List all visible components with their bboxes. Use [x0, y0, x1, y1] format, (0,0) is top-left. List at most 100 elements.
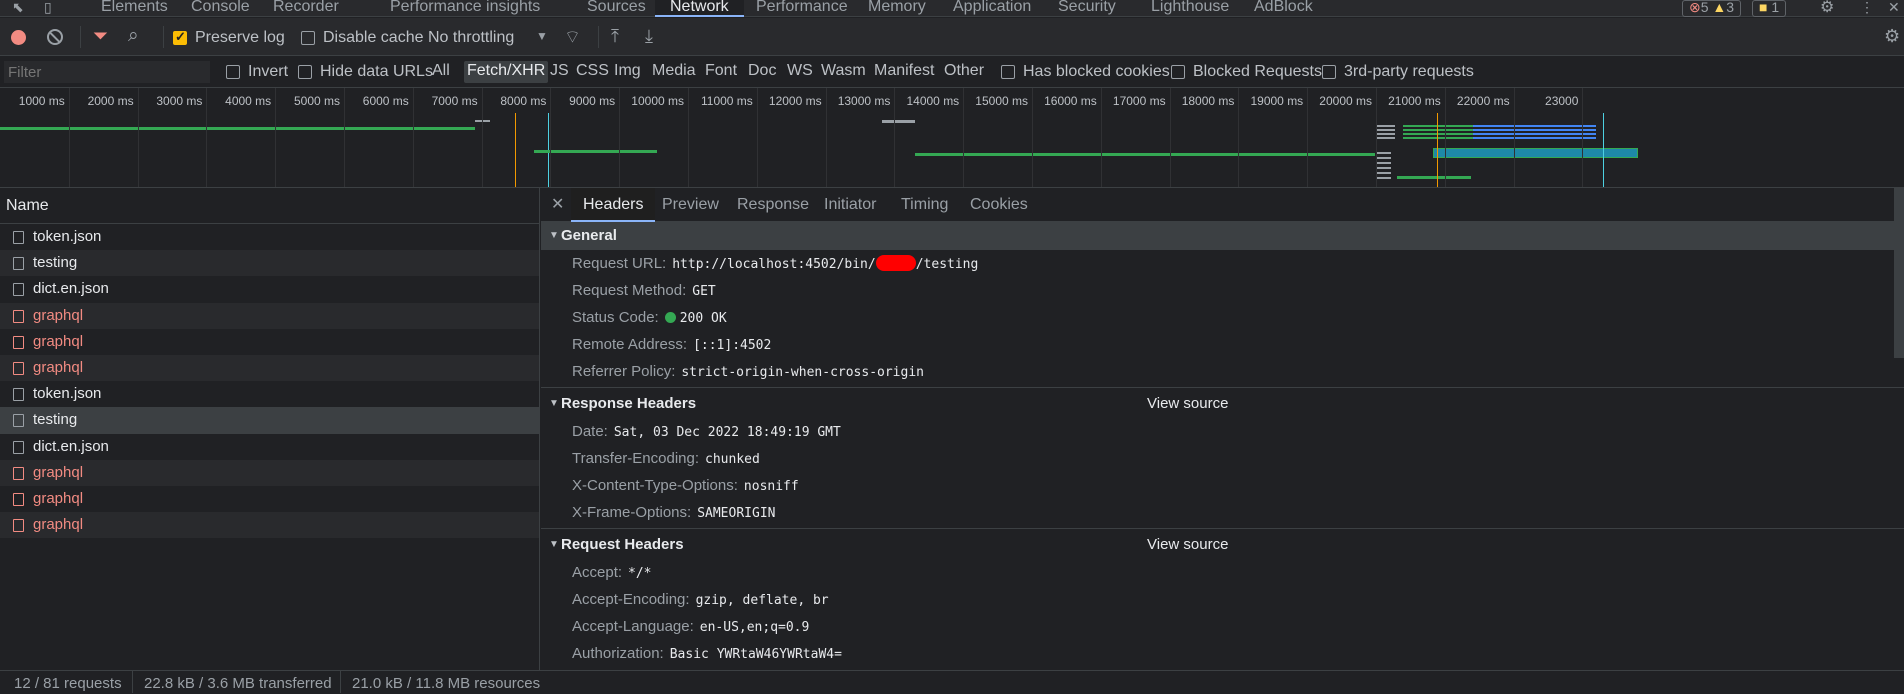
tab-security[interactable]: Security: [1058, 0, 1116, 17]
general-section-header[interactable]: ▼ General: [541, 222, 1904, 250]
overview-tick-label: 13000 ms: [837, 94, 891, 108]
response-headers-title: Response Headers: [561, 395, 697, 412]
invert-checkbox[interactable]: [226, 65, 240, 79]
throttling-select[interactable]: No throttling: [428, 29, 514, 47]
filter-type-ws[interactable]: WS: [784, 61, 816, 83]
hide-data-urls-checkbox[interactable]: [298, 65, 312, 79]
overview-tick-label: 21000 ms: [1388, 94, 1441, 108]
blocked-requests-label[interactable]: Blocked Requests: [1193, 63, 1322, 81]
tab-cookies[interactable]: Cookies: [970, 188, 1028, 222]
request-row[interactable]: graphql: [0, 486, 539, 512]
overview-tick-label: 15000 ms: [975, 94, 1028, 108]
overview-bar: [882, 120, 915, 123]
import-har-icon[interactable]: ⤒: [611, 26, 619, 47]
tab-recorder[interactable]: Recorder: [273, 0, 339, 17]
tab-response[interactable]: Response: [737, 188, 809, 222]
file-icon: [13, 257, 24, 271]
tab-console[interactable]: Console: [191, 0, 250, 17]
preserve-log-label[interactable]: Preserve log: [195, 29, 285, 47]
filter-type-doc[interactable]: Doc: [745, 61, 779, 83]
tab-application[interactable]: Application: [953, 0, 1031, 17]
hide-data-urls-label[interactable]: Hide data URLs: [320, 63, 433, 81]
filter-type-all[interactable]: All: [429, 61, 453, 83]
request-row[interactable]: testing: [0, 407, 539, 434]
preserve-log-checkbox[interactable]: [173, 29, 187, 45]
request-row[interactable]: dict.en.json: [0, 434, 539, 460]
tab-initiator[interactable]: Initiator: [824, 188, 876, 222]
network-overview-timeline[interactable]: 1000 ms 2000 ms 3000 ms 4000 ms 5000 ms 6000 …: [0, 88, 1904, 188]
tab-elements[interactable]: Elements: [101, 0, 168, 17]
tab-performance[interactable]: Performance: [756, 0, 848, 17]
filter-type-other[interactable]: Other: [941, 61, 987, 83]
filter-type-img[interactable]: Img: [611, 61, 644, 83]
detail-scrollbar[interactable]: [1894, 188, 1904, 358]
filter-type-css[interactable]: CSS: [573, 61, 612, 83]
tab-lighthouse[interactable]: Lighthouse: [1151, 0, 1229, 17]
third-party-requests-checkbox[interactable]: [1322, 65, 1336, 79]
overview-tick-label: 14000 ms: [906, 94, 960, 108]
invert-label[interactable]: Invert: [248, 63, 288, 81]
filter-type-manifest[interactable]: Manifest: [871, 61, 937, 83]
devtools-tab-bar: ⬉ ▯ Elements Console Recorder Performanc…: [0, 0, 1904, 17]
filter-type-js[interactable]: JS: [547, 61, 572, 83]
third-party-requests-label[interactable]: 3rd-party requests: [1344, 63, 1474, 81]
error-warning-badge[interactable]: ⊗5 ▲3: [1682, 0, 1742, 17]
filter-type-font[interactable]: Font: [702, 61, 740, 83]
inspect-element-icon[interactable]: ⬉: [12, 0, 24, 15]
tab-preview[interactable]: Preview: [662, 188, 719, 222]
name-column-header[interactable]: Name: [0, 188, 539, 224]
issues-badge[interactable]: ■ 1: [1752, 0, 1787, 17]
tab-headers[interactable]: Headers: [571, 188, 656, 222]
tab-sources[interactable]: Sources: [587, 0, 646, 17]
close-devtools-icon[interactable]: ✕: [1888, 0, 1900, 15]
request-row[interactable]: token.json: [0, 224, 539, 250]
tab-timing[interactable]: Timing: [901, 188, 948, 222]
clear-button[interactable]: [47, 29, 63, 45]
request-row[interactable]: graphql: [0, 459, 539, 486]
response-header-key: Date:: [572, 423, 608, 440]
request-row[interactable]: testing: [0, 250, 539, 277]
request-header-value: gzip, deflate, br: [695, 593, 829, 608]
device-toolbar-icon[interactable]: ▯: [44, 0, 52, 15]
close-detail-icon[interactable]: ✕: [551, 194, 564, 214]
filter-icon[interactable]: ⏷: [93, 26, 108, 48]
request-name: graphql: [33, 358, 84, 376]
request-row[interactable]: graphql: [0, 512, 539, 539]
export-har-icon[interactable]: ⤓: [645, 26, 653, 47]
disable-cache-checkbox[interactable]: [301, 31, 315, 45]
filter-type-fetch-xhr[interactable]: Fetch/XHR: [464, 61, 549, 83]
request-header-key: Accept:: [572, 564, 623, 581]
request-row[interactable]: token.json: [0, 381, 539, 407]
tab-memory[interactable]: Memory: [868, 0, 926, 17]
has-blocked-cookies-label[interactable]: Has blocked cookies: [1023, 63, 1170, 81]
request-headers-title: Request Headers: [561, 536, 684, 553]
filter-type-media[interactable]: Media: [649, 61, 699, 83]
chevron-down-icon[interactable]: ▼: [536, 29, 548, 43]
file-icon: [13, 361, 24, 375]
request-header-value: Basic YWRtaW46YWRtaW4=: [669, 647, 842, 662]
filter-type-wasm[interactable]: Wasm: [818, 61, 869, 83]
request-row[interactable]: graphql: [0, 329, 539, 355]
response-view-source-link[interactable]: View source: [1147, 390, 1228, 418]
response-header-key: X-Frame-Options:: [572, 504, 692, 521]
record-button[interactable]: [11, 30, 26, 45]
settings-gear-icon[interactable]: ⚙: [1820, 0, 1834, 16]
network-conditions-icon[interactable]: ⌔: [564, 26, 581, 49]
tab-adblock[interactable]: AdBlock: [1254, 0, 1313, 17]
request-url-prefix: http://localhost:4502/bin/: [672, 257, 876, 272]
more-options-icon[interactable]: ⋮: [1860, 0, 1874, 15]
response-headers-section-header[interactable]: ▼ Response Headers View source: [541, 390, 1904, 418]
has-blocked-cookies-checkbox[interactable]: [1001, 65, 1015, 79]
request-row[interactable]: graphql: [0, 354, 539, 382]
blocked-requests-checkbox[interactable]: [1171, 65, 1185, 79]
tab-performance-insights[interactable]: Performance insights: [390, 0, 540, 17]
network-settings-gear-icon[interactable]: ⚙: [1884, 26, 1900, 47]
filter-input[interactable]: [4, 61, 210, 83]
request-row[interactable]: graphql: [0, 302, 539, 329]
request-view-source-link[interactable]: View source: [1147, 531, 1228, 559]
search-icon[interactable]: ⌕: [128, 25, 139, 47]
request-headers-section-header[interactable]: ▼ Request Headers View source: [541, 531, 1904, 559]
tab-network[interactable]: Network: [655, 0, 744, 17]
request-row[interactable]: dict.en.json: [0, 276, 539, 302]
disable-cache-label[interactable]: Disable cache: [323, 29, 424, 47]
